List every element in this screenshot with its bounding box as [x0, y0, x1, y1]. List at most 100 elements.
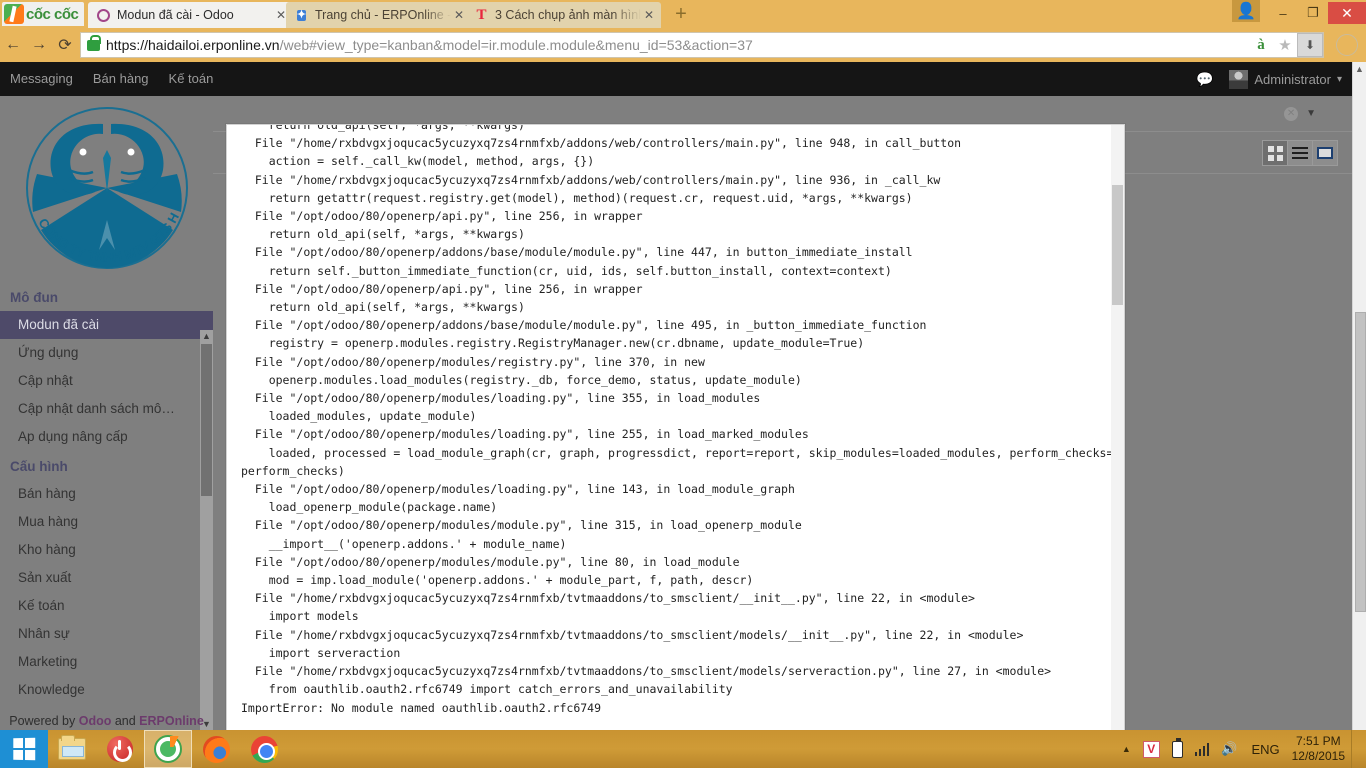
navbar-menu-messaging[interactable]: Messaging — [0, 62, 83, 96]
company-logo: CÔNG TY TNHH MTV GTS HẢI ĐẠI LỢI — [1, 88, 207, 282]
coccoc-leaf-icon — [4, 4, 24, 24]
coccoc-browser-icon[interactable] — [144, 730, 192, 768]
browser-account-avatar[interactable] — [1336, 34, 1358, 56]
window-minimize-button[interactable]: – — [1268, 2, 1298, 24]
odoo-sidebar: CÔNG TY TNHH MTV GTS HẢI ĐẠI LỢI Mô đun … — [0, 88, 213, 730]
form-view-button[interactable] — [1312, 140, 1338, 166]
window-close-button[interactable]: ✕ — [1328, 2, 1366, 24]
window-restore-button[interactable]: ❐ — [1298, 2, 1328, 24]
battery-icon[interactable] — [1171, 737, 1183, 758]
sidebar-item-modun-da-cai[interactable]: Modun đã cài — [0, 311, 213, 339]
odoo-circle-icon — [96, 8, 111, 23]
sidebar-scrollbar-thumb[interactable] — [201, 344, 212, 496]
sidebar-section-cau-hinh: Cấu hình — [10, 459, 68, 474]
sidebar-item-cap-nhat[interactable]: Cập nhật — [0, 367, 213, 395]
page-scrollbar-thumb[interactable] — [1355, 312, 1366, 612]
browser-tab-1-title: Modun đã cài - Odoo — [117, 8, 234, 22]
sidebar-item-san-xuat[interactable]: Sản xuất — [0, 564, 213, 592]
sidebar-item-ap-dung-nang-cap[interactable]: Ap dụng nâng cấp — [0, 423, 213, 451]
browser-tab-2-close-icon[interactable]: ✕ — [451, 8, 467, 22]
sidebar-item-ban-hang[interactable]: Bán hàng — [0, 480, 213, 508]
chat-bubble-icon[interactable]: 💬 — [1196, 71, 1213, 88]
firefox-icon[interactable] — [192, 730, 240, 768]
forward-icon[interactable]: → — [26, 32, 52, 58]
download-icon[interactable]: ⬇ — [1297, 33, 1323, 57]
browser-tabstrip: cốc cốc Modun đã cài - Odoo ✕ ✦ Trang ch… — [0, 0, 1366, 28]
volume-icon[interactable]: 🔊 — [1221, 741, 1237, 757]
error-dialog-scrollbar[interactable] — [1111, 125, 1124, 730]
powered-odoo-link[interactable]: Odoo — [79, 714, 112, 728]
address-bar-url: https://haidailoi.erponline.vn/web#view_… — [106, 37, 753, 53]
powered-prefix: Powered by — [9, 714, 79, 728]
scroll-up-icon[interactable]: ▲ — [200, 330, 213, 342]
address-bar[interactable]: https://haidailoi.erponline.vn/web#view_… — [80, 32, 1324, 58]
avatar — [1229, 69, 1249, 89]
sidebar-item-nhan-su[interactable]: Nhân sự — [0, 620, 213, 648]
python-traceback-text: return old_api(self, *args, **kwargs) Fi… — [241, 125, 1114, 715]
bookmark-star-icon[interactable]: ★ — [1273, 36, 1297, 54]
system-tray: ▲ V 🔊 ENG 7:51 PM 12/8/2015 — [1116, 730, 1366, 768]
coccoc-logo: cốc cốc — [2, 2, 84, 26]
powered-and: and — [111, 714, 140, 728]
close-icon[interactable]: ✕ — [1284, 106, 1299, 121]
browser-tab-1[interactable]: Modun đã cài - Odoo ✕ — [88, 2, 293, 28]
navbar-right-group: 💬 Administrator ▾ — [1196, 69, 1352, 89]
navbar-user-name[interactable]: Administrator — [1254, 72, 1331, 87]
powered-erponline-link[interactable]: ERPOnline — [139, 714, 204, 728]
odoo-top-navbar: Messaging Bán hàng Kế toán 💬 Administrat… — [0, 62, 1352, 96]
error-dialog-body: return old_api(self, *args, **kwargs) Fi… — [227, 125, 1124, 730]
form-icon — [1317, 147, 1333, 159]
antivirus-icon[interactable]: V — [1142, 740, 1160, 758]
sidebar-item-marketing[interactable]: Marketing — [0, 648, 213, 676]
language-indicator[interactable]: ENG — [1251, 742, 1279, 757]
chevron-down-icon[interactable]: ▾ — [1337, 74, 1342, 85]
chevron-down-icon[interactable]: ▼ — [1306, 108, 1316, 119]
navbar-menu-ban-hang[interactable]: Bán hàng — [83, 62, 159, 96]
list-view-button[interactable] — [1287, 140, 1313, 166]
new-tab-button[interactable]: + — [668, 4, 694, 26]
sidebar-scrollbar[interactable]: ▲ ▼ — [200, 330, 213, 730]
list-icon — [1292, 144, 1308, 162]
tinhte-t-icon: T — [476, 6, 487, 23]
power-icon[interactable] — [96, 730, 144, 768]
sidebar-item-ke-toan[interactable]: Kế toán — [0, 592, 213, 620]
browser-tab-3-title: 3 Cách chụp ảnh màn hình — [495, 8, 641, 22]
kanban-view-button[interactable] — [1262, 140, 1288, 166]
file-explorer-icon[interactable] — [48, 730, 96, 768]
browser-profile-icon[interactable]: 👤 — [1232, 0, 1260, 22]
scroll-up-icon[interactable]: ▲ — [1353, 62, 1366, 76]
windows-taskbar: ▲ V 🔊 ENG 7:51 PM 12/8/2015 — [0, 730, 1366, 768]
erponline-icon: ✦ — [296, 8, 307, 21]
browser-tab-3[interactable]: T 3 Cách chụp ảnh màn hình ✕ — [466, 2, 661, 28]
browser-tab-2[interactable]: ✦ Trang chủ - ERPOnline - Q ✕ — [286, 2, 471, 28]
address-bar-host: https://haidailoi.erponline.vn — [106, 37, 280, 53]
browser-navigation-bar: ← → ⟳ https://haidailoi.erponline.vn/web… — [0, 28, 1366, 62]
sidebar-item-mua-hang[interactable]: Mua hàng — [0, 508, 213, 536]
sidebar-footer: Powered by Odoo and ERPOnline — [0, 714, 213, 728]
chrome-icon[interactable] — [240, 730, 288, 768]
address-bar-icons: à ★ ⬇ — [1249, 33, 1323, 57]
browser-tab-3-close-icon[interactable]: ✕ — [641, 8, 657, 22]
clock[interactable]: 7:51 PM 12/8/2015 — [1292, 734, 1345, 764]
lock-icon — [87, 34, 101, 51]
show-desktop-button[interactable] — [1351, 730, 1358, 768]
clock-date: 12/8/2015 — [1291, 749, 1345, 763]
browser-tab-2-title: Trang chủ - ERPOnline - Q — [315, 8, 451, 22]
sidebar-item-ung-dung[interactable]: Ứng dụng — [0, 339, 213, 367]
signal-icon[interactable] — [1194, 742, 1210, 756]
window-controls: 👤 – ❐ ✕ — [1232, 0, 1366, 28]
navbar-menu-ke-toan[interactable]: Kế toán — [159, 62, 224, 96]
back-icon[interactable]: ← — [0, 32, 26, 58]
clock-time: 7:51 PM — [1295, 734, 1341, 748]
sidebar-section-modun: Mô đun — [10, 290, 58, 305]
reload-icon[interactable]: ⟳ — [52, 32, 78, 58]
coccoc-brand-text: cốc cốc — [26, 5, 79, 23]
sidebar-item-cap-nhat-danh-sach[interactable]: Cập nhật danh sách mô… — [0, 395, 213, 423]
translate-icon[interactable]: à — [1249, 37, 1273, 54]
page-scrollbar[interactable]: ▲ — [1352, 62, 1366, 730]
tray-overflow-icon[interactable]: ▲ — [1122, 744, 1131, 754]
error-dialog-scrollbar-thumb[interactable] — [1112, 185, 1123, 305]
sidebar-item-kho-hang[interactable]: Kho hàng — [0, 536, 213, 564]
sidebar-item-knowledge[interactable]: Knowledge — [0, 676, 213, 704]
windows-start-icon[interactable] — [0, 730, 48, 768]
